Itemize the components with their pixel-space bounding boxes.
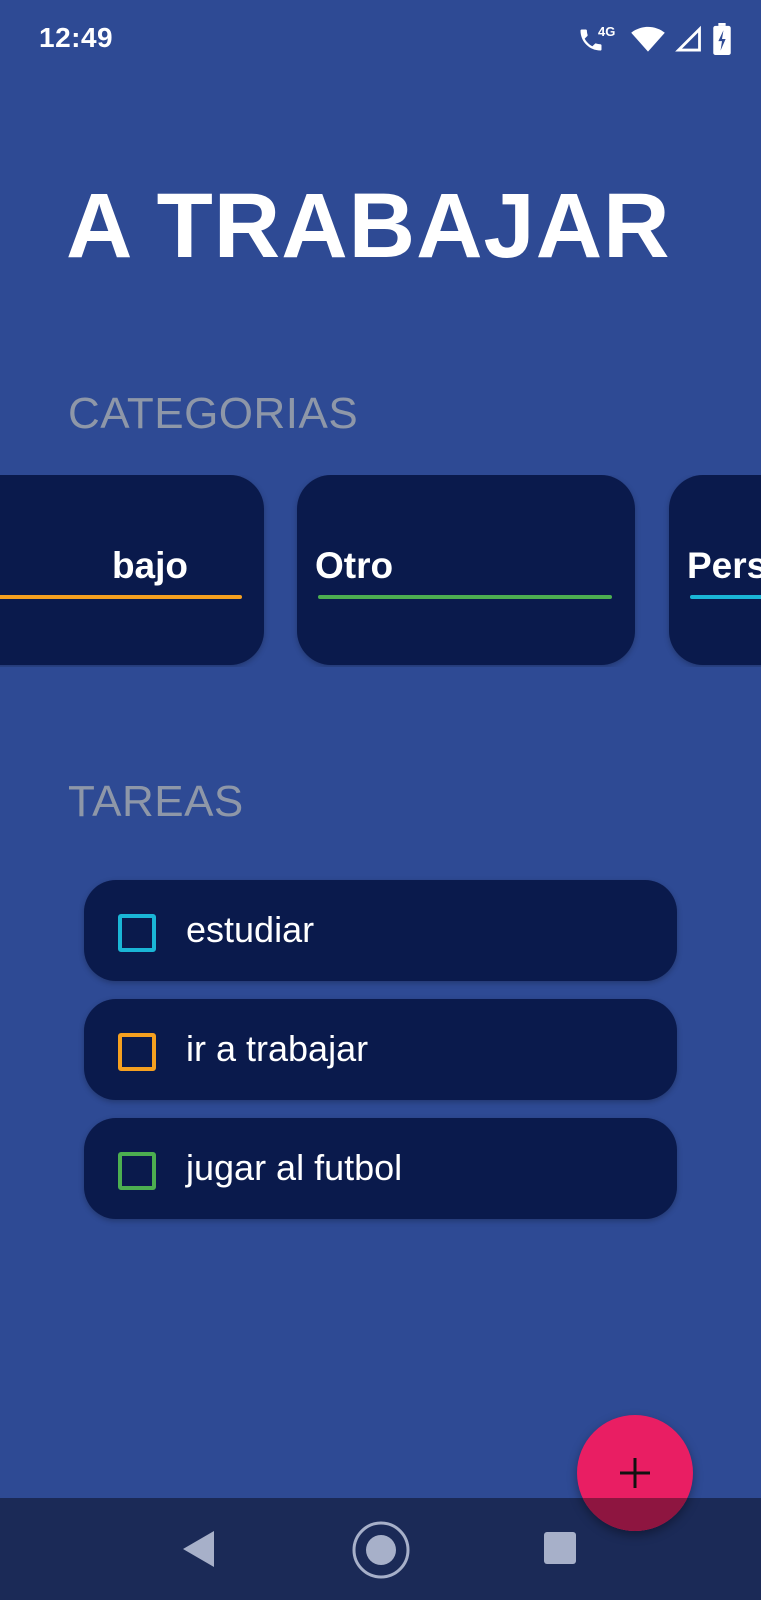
add-task-button[interactable] (577, 1415, 693, 1531)
category-progress-bar (318, 595, 612, 599)
status-bar: 12:49 4G (0, 0, 761, 80)
task-label: estudiar (186, 909, 315, 950)
status-icons: 4G (577, 22, 731, 56)
cell-signal-icon (675, 25, 703, 53)
plus-icon (620, 1458, 650, 1493)
battery-charging-icon (713, 23, 731, 55)
task-item[interactable]: jugar al futbol (84, 1118, 677, 1219)
fab-shade (577, 1498, 693, 1531)
category-name: bajo (111, 545, 188, 586)
task-checkbox[interactable] (118, 914, 156, 952)
status-time: 12:49 (39, 22, 114, 53)
network-type-label: 4G (598, 24, 616, 39)
wifi-calling-icon: 4G (577, 22, 621, 56)
category-progress-bar (690, 595, 761, 599)
task-checkbox[interactable] (118, 1152, 156, 1190)
category-name: Pers (687, 545, 761, 586)
category-card[interactable]: Otro (297, 475, 635, 665)
category-card[interactable]: Pers (669, 475, 761, 665)
category-card[interactable]: bajo (0, 475, 264, 665)
wifi-icon (631, 25, 665, 53)
task-label: ir a trabajar (186, 1028, 369, 1069)
task-label: jugar al futbol (186, 1147, 403, 1188)
categories-carousel[interactable]: bajo Otro Pers (0, 475, 761, 667)
categories-heading: CATEGORIAS (68, 389, 359, 438)
category-name: Otro (315, 545, 394, 586)
page-title: A TRABAJAR (66, 175, 671, 277)
task-item[interactable]: ir a trabajar (84, 999, 677, 1100)
category-progress-bar (0, 595, 242, 599)
tasks-heading: TAREAS (68, 777, 244, 826)
task-checkbox[interactable] (118, 1033, 156, 1071)
task-list: estudiar ir a trabajar jugar al futbol (84, 880, 677, 1237)
task-item[interactable]: estudiar (84, 880, 677, 981)
home-icon[interactable] (351, 1520, 411, 1585)
recents-icon[interactable] (544, 1532, 576, 1564)
back-icon[interactable] (182, 1530, 216, 1573)
